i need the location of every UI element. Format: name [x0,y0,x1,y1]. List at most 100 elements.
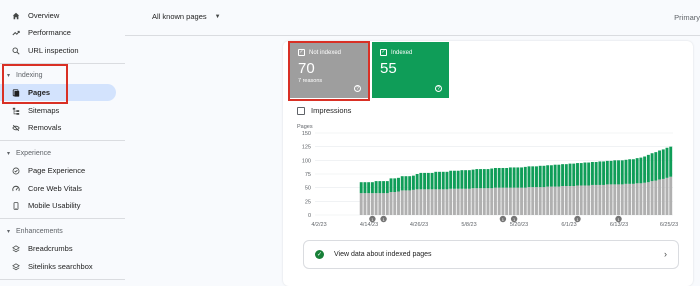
sidebar-item-mobile-usability[interactable]: Mobile Usability [0,197,116,214]
sidebar-item-url-inspection[interactable]: URL inspection [0,42,116,59]
bar-indexed [497,167,501,188]
sidebar-item-sitemaps[interactable]: Sitemaps [0,102,116,119]
bar-indexed [441,171,445,190]
bar-indexed [426,172,430,190]
bar-indexed [631,159,635,184]
sidebar-item-page-experience[interactable]: Page Experience [0,162,116,179]
bar-indexed [542,165,546,188]
sidebar-item-label: Sitemaps [28,106,60,115]
bar-indexed [445,171,449,190]
bar-indexed [415,174,419,190]
sidebar-item-breadcrumbs[interactable]: Breadcrumbs [0,240,116,257]
bar-not-indexed [508,187,512,215]
bar-indexed [602,161,606,185]
sidebar-item-sitelinks-searchbox[interactable]: Sitelinks searchbox [0,258,116,275]
y-tick-label: 50 [305,186,311,192]
sidebar-item-label: Page Experience [28,166,86,175]
bar-not-indexed [609,184,613,215]
help-icon[interactable]: ? [435,85,442,92]
sidebar-item-performance[interactable]: Performance [0,24,116,41]
bar-not-indexed [665,177,669,215]
bar-indexed [494,167,497,188]
search-icon [12,47,20,55]
sidebar-item-overview[interactable]: Overview [0,7,116,24]
bar-not-indexed [631,183,635,215]
bar-not-indexed [605,184,609,215]
y-tick-label: 100 [302,158,311,164]
check-circle-icon: ✓ [315,250,324,259]
checkbox-unchecked-icon[interactable] [297,106,305,115]
bar-indexed [508,167,512,188]
y-tick-label: 150 [302,131,311,137]
bar-not-indexed [370,193,374,215]
x-tick-label: 6/1/23 [561,222,576,228]
bar-indexed [654,152,658,181]
bar-indexed [456,170,460,189]
section-header-enhancements[interactable]: ▾ Enhancements [0,224,120,238]
bar-indexed [411,175,415,190]
bar-indexed [650,153,654,182]
bar-not-indexed [389,192,393,215]
bar-not-indexed [423,189,427,215]
bar-not-indexed [535,187,538,215]
bar-not-indexed [426,189,430,215]
bar-not-indexed [523,187,527,215]
bar-indexed [486,169,490,189]
bar-indexed [546,165,550,187]
bar-not-indexed [397,191,400,215]
indexed-tile[interactable]: ✓ Indexed 55 ? [372,42,449,98]
bar-not-indexed [460,188,464,215]
divider [0,140,125,141]
bar-not-indexed [415,189,419,215]
bar-not-indexed [467,188,471,215]
bar-not-indexed [646,182,650,215]
sidebar-item-label: Core Web Vitals [28,184,82,193]
bar-indexed [531,166,535,188]
bar-not-indexed [542,187,546,215]
bar-indexed [389,178,393,193]
bar-not-indexed [546,186,550,215]
bar-not-indexed [639,183,643,215]
section-header-experience[interactable]: ▾ Experience [0,146,120,160]
x-tick-label: 5/8/23 [461,222,476,228]
bar-indexed [661,149,665,179]
bar-indexed [613,160,617,185]
bar-indexed [393,178,397,193]
bar-not-indexed [620,184,624,215]
bar-indexed [382,181,386,194]
bar-indexed [538,165,542,188]
sidebar-item-label: Overview [28,11,60,20]
bar-not-indexed [441,189,445,215]
removals-icon [12,124,20,132]
pages-filter-dropdown[interactable]: All known pages ▼ [152,12,221,21]
bar-not-indexed [531,187,535,215]
link-label: View data about indexed pages [334,251,432,258]
bar-indexed [620,160,624,185]
bar-not-indexed [452,188,456,215]
bar-not-indexed [561,186,565,215]
x-tick-label: 4/2/23 [311,222,326,228]
sidebar-item-removals[interactable]: Removals [0,119,116,136]
divider [0,279,125,280]
checkbox-checked-icon[interactable]: ✓ [380,49,387,56]
bar-not-indexed [590,184,594,215]
bar-indexed [438,171,441,190]
sidebar-item-label: Sitelinks searchbox [28,262,93,271]
section-header-label: Experience [16,149,52,157]
bar-not-indexed [501,187,505,215]
bar-indexed [482,169,486,189]
view-indexed-pages-link[interactable]: ✓ View data about indexed pages › [303,240,679,269]
bar-not-indexed [497,187,501,215]
bar-indexed [598,161,602,185]
sidebar-item-label: Performance [28,28,71,37]
bar-not-indexed [449,188,453,215]
bar-indexed [561,164,565,187]
sidebar-item-core-web-vitals[interactable]: Core Web Vitals [0,180,116,197]
bar-not-indexed [654,180,658,215]
bar-not-indexed [587,185,591,215]
bar-indexed [374,181,378,194]
bar-not-indexed [445,189,449,215]
x-tick-label: 4/14/23 [360,222,378,228]
sidebar-item-label: URL inspection [28,46,79,55]
impressions-toggle[interactable]: Impressions [297,106,351,115]
